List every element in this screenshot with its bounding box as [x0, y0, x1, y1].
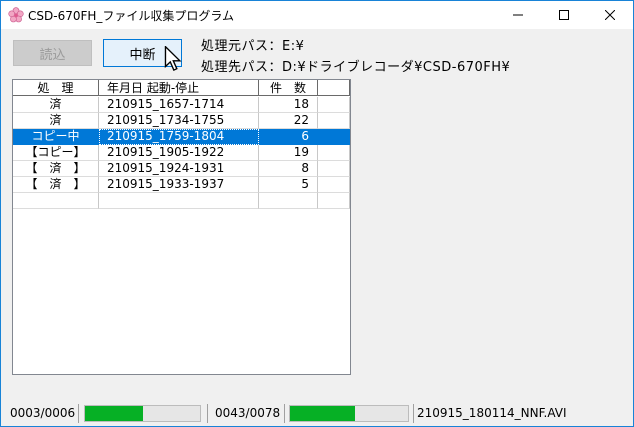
- row-blank: [318, 129, 350, 145]
- minimize-button[interactable]: [495, 1, 541, 29]
- row-count: 5: [259, 177, 318, 193]
- row-status: 済: [13, 97, 99, 113]
- status-separator: [78, 404, 79, 423]
- row-blank: [318, 145, 350, 161]
- row-count: 18: [259, 97, 318, 113]
- file-progress-fill: [290, 406, 355, 421]
- maximize-button[interactable]: [541, 1, 587, 29]
- window-title: CSD-670FH_ファイル収集プログラム: [28, 9, 235, 23]
- row-count: 22: [259, 113, 318, 129]
- row-range: 210915_1734-1755: [99, 113, 259, 129]
- row-range: 210915_1933-1937: [99, 177, 259, 193]
- status-separator: [207, 404, 208, 423]
- minimize-icon: [513, 14, 523, 16]
- row-status: [13, 193, 99, 209]
- table-row[interactable]: 済 210915_1734-1755 22: [13, 113, 350, 129]
- table-row[interactable]: 済 210915_1657-1714 18: [13, 97, 350, 113]
- row-range: 210915_1759-1804: [99, 129, 259, 145]
- status-bar: 0003/0006 0043/0078 210915_180114_NNF.AV…: [1, 401, 633, 426]
- group-progress-fill: [85, 406, 143, 421]
- row-status: 【 済 】: [13, 177, 99, 193]
- list-header: 処 理 年月日 起動-停止 件 数: [13, 80, 350, 97]
- row-range: 210915_1924-1931: [99, 161, 259, 177]
- row-status: 済: [13, 113, 99, 129]
- close-icon: [605, 10, 615, 20]
- row-blank: [318, 177, 350, 193]
- process-list[interactable]: 処 理 年月日 起動-停止 件 数 済 210915_1657-1714 18 済 21…: [12, 79, 351, 375]
- status-separator: [284, 404, 285, 423]
- row-count: 6: [259, 129, 318, 145]
- row-range: 210915_1657-1714: [99, 97, 259, 113]
- group-progress-bar: [84, 405, 201, 422]
- header-range[interactable]: 年月日 起動-停止: [99, 80, 259, 96]
- mouse-pointer-icon: [164, 46, 182, 71]
- table-row[interactable]: 【 済 】 210915_1933-1937 5: [13, 177, 350, 193]
- title-bar[interactable]: CSD-670FH_ファイル収集プログラム: [1, 1, 633, 29]
- table-row[interactable]: コピー中 210915_1759-1804 6: [13, 129, 350, 145]
- current-file-label: 210915_180114_NNF.AVI: [417, 406, 567, 420]
- row-status: 【コピー】: [13, 145, 99, 161]
- row-blank: [318, 113, 350, 129]
- header-count[interactable]: 件 数: [259, 80, 318, 96]
- row-count: 19: [259, 145, 318, 161]
- row-count: [259, 193, 318, 209]
- app-window: CSD-670FH_ファイル収集プログラム 読込 中断 処理元パス：E:¥ 処理…: [0, 0, 634, 427]
- read-button[interactable]: 読込: [13, 40, 92, 66]
- close-button[interactable]: [587, 1, 633, 29]
- table-row[interactable]: [13, 193, 350, 209]
- row-status: 【 済 】: [13, 161, 99, 177]
- status-separator: [413, 404, 414, 423]
- row-count: 8: [259, 161, 318, 177]
- row-status: コピー中: [13, 129, 99, 145]
- group-counter: 0003/0006: [10, 406, 76, 420]
- file-progress-bar: [289, 405, 409, 422]
- row-blank: [318, 97, 350, 113]
- row-range: 210915_1905-1922: [99, 145, 259, 161]
- sakura-app-icon: [8, 7, 24, 23]
- table-row[interactable]: 【コピー】 210915_1905-1922 19: [13, 145, 350, 161]
- maximize-icon: [559, 10, 569, 20]
- row-blank: [318, 161, 350, 177]
- file-counter: 0043/0078: [215, 406, 281, 420]
- row-blank: [318, 193, 350, 209]
- header-blank[interactable]: [318, 80, 350, 96]
- source-path-label: 処理元パス：E:¥: [201, 39, 305, 54]
- row-range: [99, 193, 259, 209]
- dest-path-label: 処理先パス：D:¥ドライブレコーダ¥CSD-670FH¥: [201, 60, 511, 75]
- header-status[interactable]: 処 理: [13, 80, 99, 96]
- table-row[interactable]: 【 済 】 210915_1924-1931 8: [13, 161, 350, 177]
